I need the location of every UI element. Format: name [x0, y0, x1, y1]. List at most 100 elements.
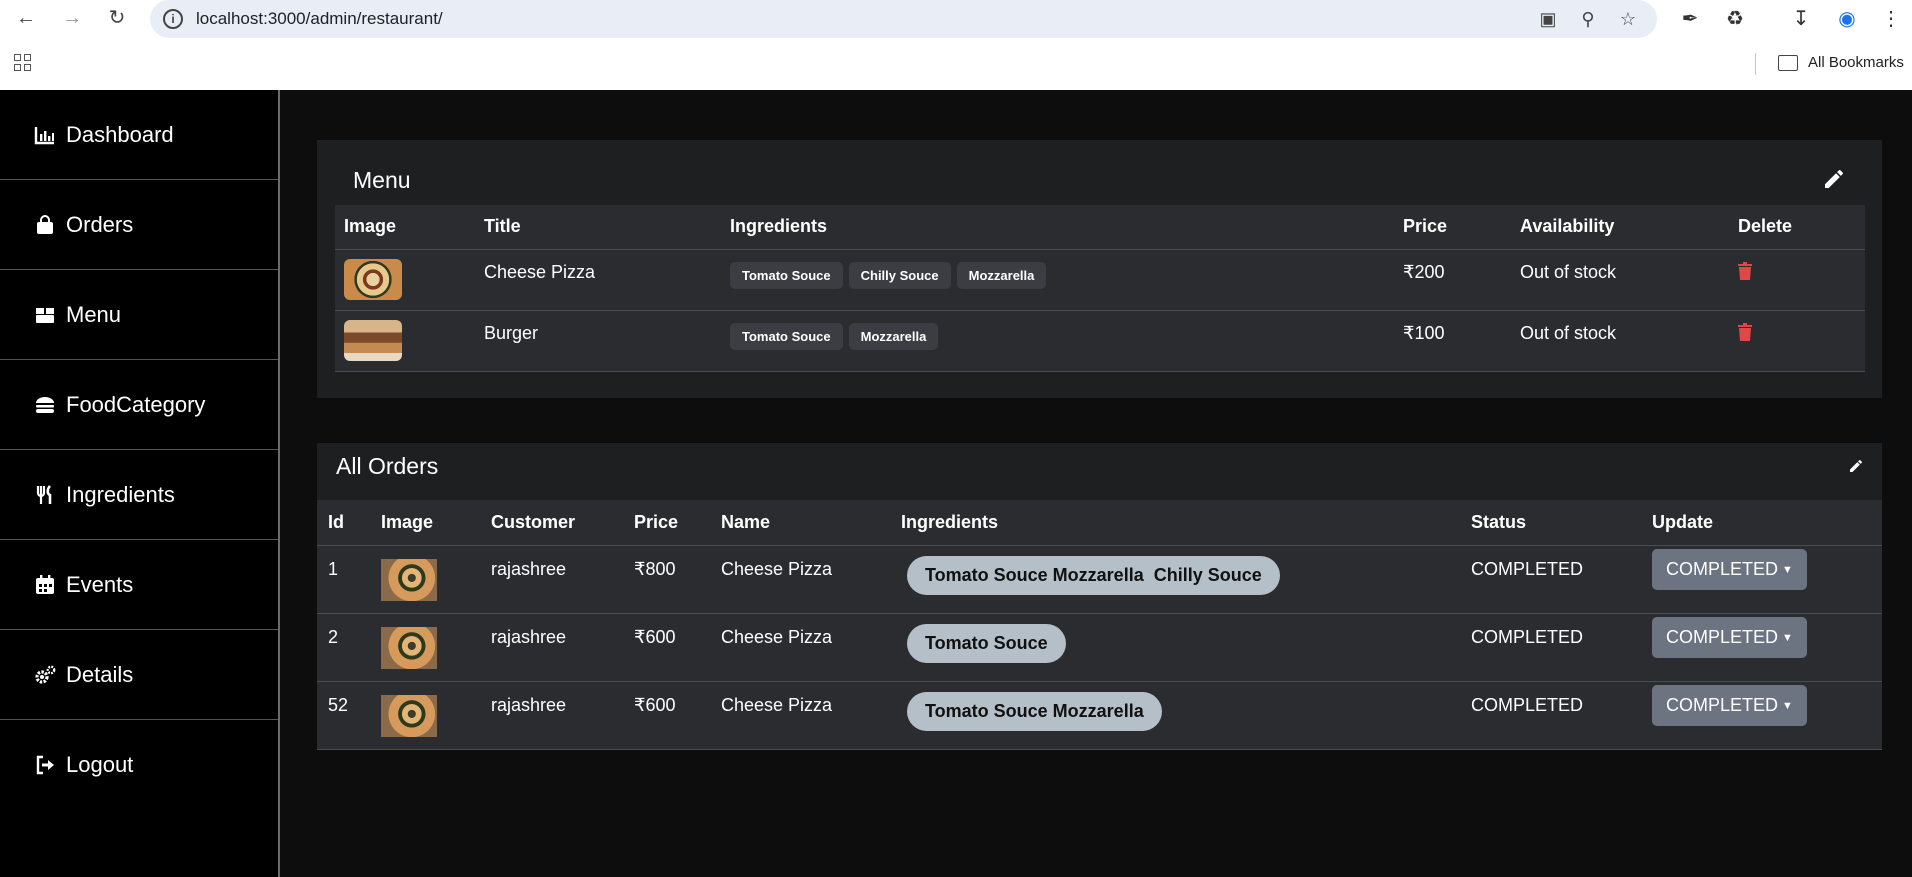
order-id: 1	[317, 545, 370, 614]
order-image	[381, 626, 437, 669]
column-header: Image	[370, 500, 480, 546]
sidebar-item-ingredients[interactable]: Ingredients	[0, 450, 278, 540]
apps-grid-icon[interactable]	[14, 54, 34, 74]
trash-icon[interactable]	[1738, 322, 1752, 347]
column-header: Name	[710, 500, 890, 546]
column-header: Delete	[1729, 205, 1865, 250]
sidebar-item-orders[interactable]: Orders	[0, 180, 278, 270]
sidebar-item-label: Menu	[66, 301, 122, 327]
update-status-dropdown[interactable]: COMPLETED ▼	[1652, 684, 1807, 726]
update-status-dropdown[interactable]: COMPLETED ▼	[1652, 548, 1807, 590]
browser-chrome: ← → ↻ i localhost:3000/admin/restaurant/…	[0, 0, 1912, 90]
order-status: COMPLETED	[1460, 613, 1641, 682]
column-header: Price	[1394, 205, 1511, 250]
order-id: 2	[317, 613, 370, 682]
ingredient-chip: Tomato Souce	[730, 322, 843, 350]
column-header: Price	[623, 500, 710, 546]
logout-icon	[34, 754, 56, 776]
trash-icon[interactable]	[1738, 261, 1752, 286]
update-status-dropdown[interactable]: COMPLETED ▼	[1652, 616, 1807, 658]
sidebar-item-details[interactable]: Details	[0, 630, 278, 720]
profile-icon[interactable]: ◉	[1834, 6, 1860, 32]
caret-down-icon: ▼	[1782, 631, 1793, 644]
download-icon[interactable]: ↧	[1788, 6, 1814, 32]
ingredient-chip: Tomato Souce	[730, 261, 843, 289]
column-header: Availability	[1511, 205, 1729, 250]
sidebar-item-label: Logout	[66, 752, 134, 777]
food-title: Burger	[475, 310, 721, 372]
order-name: Cheese Pizza	[710, 613, 890, 682]
browser-menu-icon[interactable]: ⋮	[1878, 6, 1904, 32]
forward-icon[interactable]: →	[60, 6, 84, 30]
sidebar-item-menu[interactable]: Menu	[0, 270, 278, 360]
table-row: Burger Tomato Souce Mozzarella ₹100 Out o…	[335, 310, 1865, 372]
table-row: 1 rajashree ₹800 Cheese Pizza Tomato Sou…	[317, 545, 1882, 614]
reload-icon[interactable]: ↻	[105, 6, 129, 30]
ingredients-pill: Tomato Souce	[907, 623, 1066, 663]
column-header: Ingredients	[890, 500, 1460, 546]
address-bar[interactable]: i localhost:3000/admin/restaurant/ ▣ ⚲ ☆	[150, 0, 1657, 38]
chart-icon	[34, 124, 56, 146]
sidebar: Dashboard Orders Menu FoodCategory Ingre…	[0, 90, 280, 877]
food-price: ₹100	[1394, 310, 1511, 372]
order-price: ₹600	[623, 613, 710, 682]
sidebar-item-label: Details	[66, 661, 134, 687]
ingredient-chip: Mozzarella	[848, 322, 939, 350]
shopping-bag-icon	[34, 214, 56, 236]
sidebar-item-logout[interactable]: Logout	[0, 720, 278, 810]
zoom-icon[interactable]: ⚲	[1577, 8, 1599, 30]
edit-orders-icon[interactable]	[1848, 455, 1864, 479]
ingredient-chip: Chilly Souce	[848, 261, 951, 289]
sidebar-item-label: FoodCategory	[66, 391, 206, 417]
menu-title: Menu	[353, 167, 411, 193]
sidebar-item-events[interactable]: Events	[0, 540, 278, 630]
order-status: COMPLETED	[1460, 681, 1641, 750]
dropdown-label: COMPLETED	[1666, 626, 1779, 647]
table-row: 2 rajashree ₹600 Cheese Pizza Tomato Sou…	[317, 613, 1882, 682]
order-customer: rajashree	[480, 613, 623, 682]
menu-card-header	[335, 158, 1865, 205]
gears-icon	[34, 664, 56, 686]
orders-title: All Orders	[336, 453, 439, 479]
table-header-row: Id Image Customer Price Name Ingredients…	[317, 500, 1882, 546]
sidebar-item-label: Events	[66, 571, 134, 597]
install-app-icon[interactable]: ▣	[1537, 8, 1559, 30]
food-availability[interactable]: Out of stock	[1511, 249, 1729, 311]
order-id: 52	[317, 681, 370, 750]
menu-table: Image Title Ingredients Price Availabili…	[335, 205, 1865, 372]
order-image	[381, 558, 437, 601]
sidebar-item-dashboard[interactable]: Dashboard	[0, 90, 278, 180]
table-row: 52 rajashree ₹600 Cheese Pizza Tomato So…	[317, 681, 1882, 750]
bookmark-star-icon[interactable]: ☆	[1617, 8, 1639, 30]
column-header: Ingredients	[721, 205, 1394, 250]
food-price: ₹200	[1394, 249, 1511, 311]
calendar-icon	[34, 574, 56, 596]
all-bookmarks-link[interactable]: All Bookmarks	[1808, 54, 1904, 71]
folder-icon[interactable]	[1778, 55, 1798, 71]
table-row: Cheese Pizza Tomato Souce Chilly Souce Moz…	[335, 249, 1865, 311]
caret-down-icon: ▼	[1782, 563, 1793, 576]
column-header: Image	[335, 205, 475, 250]
column-header: Title	[475, 205, 721, 250]
dropdown-label: COMPLETED	[1666, 694, 1779, 715]
back-icon[interactable]: ←	[14, 6, 38, 30]
food-availability[interactable]: Out of stock	[1511, 310, 1729, 372]
extensions-icon[interactable]: ♻	[1722, 6, 1748, 32]
edit-menu-icon[interactable]	[1822, 167, 1846, 196]
sidebar-item-label: Orders	[66, 211, 134, 237]
menu-box-icon	[34, 304, 56, 326]
order-image	[381, 694, 437, 737]
ingredient-chip: Mozzarella	[956, 261, 1047, 289]
order-customer: rajashree	[480, 681, 623, 750]
eyedropper-icon[interactable]: ✒	[1677, 6, 1703, 32]
utensils-icon	[34, 484, 56, 506]
order-name: Cheese Pizza	[710, 681, 890, 750]
order-price: ₹800	[623, 545, 710, 614]
url-text[interactable]: localhost:3000/admin/restaurant/	[196, 9, 443, 29]
column-header: Status	[1460, 500, 1641, 546]
ingredients-pill: Tomato Souce Mozzarella	[907, 691, 1162, 731]
site-info-icon[interactable]: i	[163, 9, 183, 29]
sidebar-item-label: Ingredients	[66, 481, 175, 507]
sidebar-item-foodcategory[interactable]: FoodCategory	[0, 360, 278, 450]
food-image	[344, 319, 402, 361]
